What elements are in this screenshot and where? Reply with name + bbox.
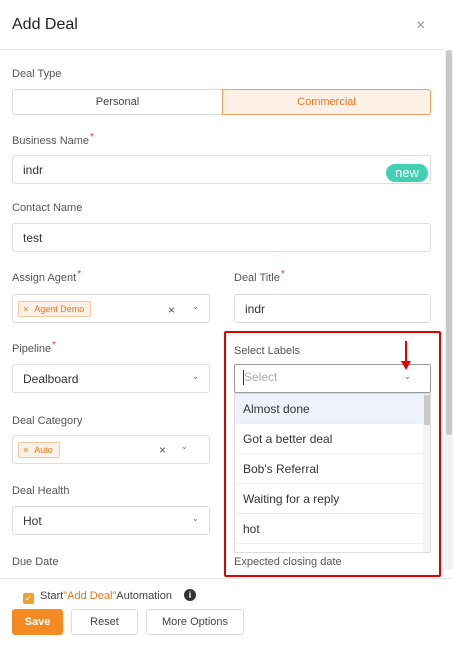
chevron-down-icon[interactable]: ⌄ [181, 442, 188, 451]
close-icon[interactable]: × [416, 17, 425, 35]
annotation-arrow-head [401, 361, 411, 370]
business-name-value: indr [23, 163, 44, 177]
deal-title-label: Deal Title* [234, 269, 285, 284]
category-tag: × Auto [18, 442, 60, 458]
required-mark: * [77, 269, 82, 280]
assign-agent-label: Assign Agent* [12, 269, 82, 284]
business-name-label: Business Name* [12, 132, 94, 147]
category-tag-label: Auto [34, 445, 53, 455]
required-mark: * [90, 132, 94, 143]
required-mark: * [52, 340, 57, 351]
required-mark: * [280, 269, 285, 280]
pipeline-label: Pipeline* [12, 340, 57, 355]
deal-title-label-text: Deal Title [234, 272, 280, 284]
chevron-down-icon[interactable]: ⌄ [192, 514, 199, 523]
automation-prefix: Start [40, 590, 64, 602]
contact-name-input[interactable]: test [12, 223, 431, 252]
agent-tag-label: Agent Demo [34, 304, 85, 314]
automation-suffix: Automation [116, 590, 172, 602]
deal-type-commercial[interactable]: Commercial [222, 89, 431, 115]
annotation-arrow-icon [405, 341, 407, 363]
check-icon[interactable]: ✓ [23, 593, 34, 604]
modal-title: Add Deal [12, 16, 78, 33]
pipeline-value: Dealboard [23, 372, 79, 386]
clear-icon[interactable]: × [168, 303, 175, 317]
deal-health-select[interactable]: Hot [12, 506, 210, 535]
info-icon[interactable]: i [184, 589, 196, 601]
contact-name-label: Contact Name [12, 202, 83, 214]
deal-type-personal[interactable]: Personal [12, 89, 222, 115]
clear-icon[interactable]: × [159, 443, 166, 457]
deal-health-value: Hot [23, 514, 42, 528]
deal-title-value: indr [245, 302, 266, 316]
deal-category-label: Deal Category [12, 415, 83, 427]
agent-tag: × Agent Demo [18, 301, 92, 317]
save-button[interactable]: Save [12, 609, 63, 635]
business-name-input[interactable]: indr [12, 155, 431, 184]
pipeline-select[interactable]: Dealboard [12, 364, 210, 393]
business-name-label-text: Business Name [12, 135, 90, 147]
more-options-button[interactable]: More Options [146, 609, 244, 635]
deal-health-label: Deal Health [12, 485, 70, 497]
automation-label: Start"Add Deal"Automation [40, 590, 172, 602]
reset-button[interactable]: Reset [71, 609, 138, 635]
modal-scrollbar-thumb[interactable] [446, 50, 452, 435]
assign-agent-label-text: Assign Agent [12, 272, 77, 284]
tag-remove-icon[interactable]: × [23, 445, 28, 455]
contact-name-value: test [23, 231, 43, 245]
modal-header: Add Deal × [0, 0, 445, 50]
new-badge[interactable]: new [386, 164, 428, 182]
deal-title-input[interactable]: indr [234, 294, 431, 323]
chevron-down-icon[interactable]: ⌄ [192, 302, 199, 311]
chevron-down-icon[interactable]: ⌄ [192, 372, 199, 381]
due-date-label: Due Date [12, 556, 59, 568]
pipeline-label-text: Pipeline [12, 343, 52, 355]
deal-type-label: Deal Type [12, 68, 62, 80]
tag-remove-icon[interactable]: × [23, 304, 28, 314]
automation-highlight: "Add Deal" [63, 590, 117, 602]
